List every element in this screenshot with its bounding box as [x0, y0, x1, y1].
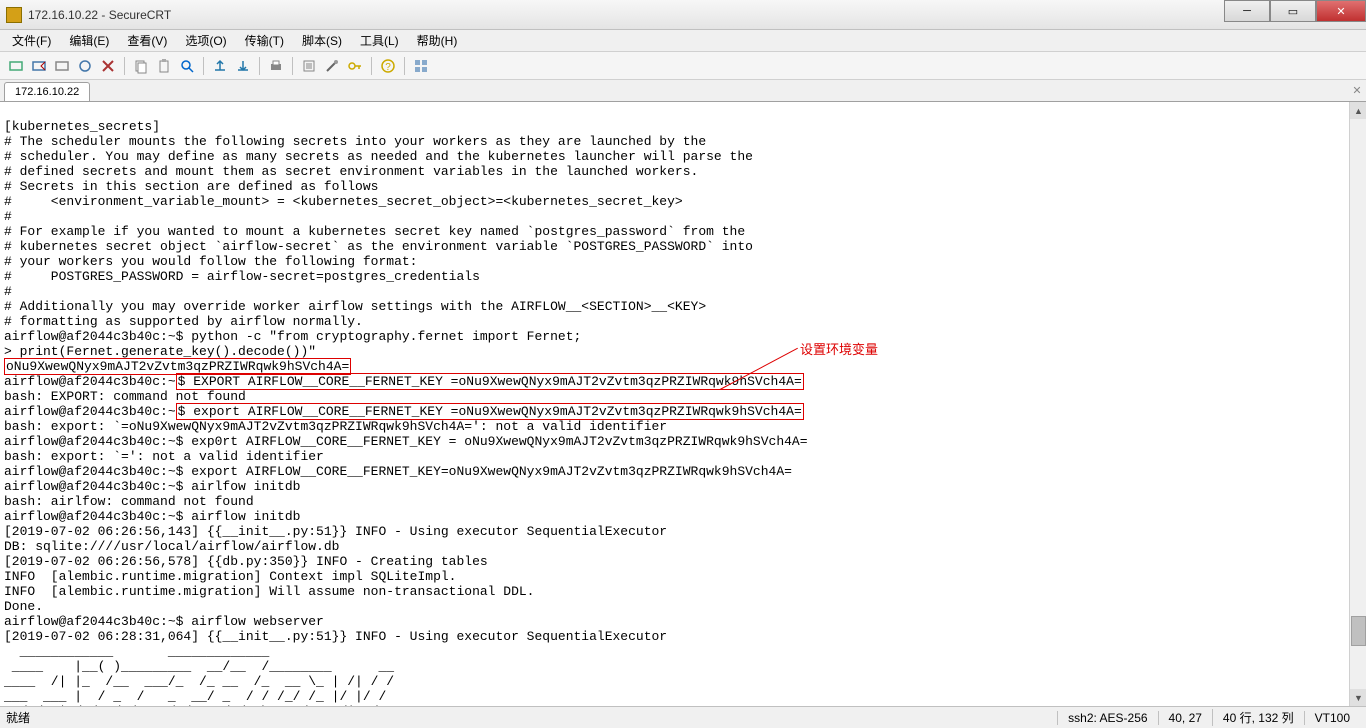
status-ready: 就绪	[6, 709, 1057, 726]
window-title: 172.16.10.22 - SecureCRT	[28, 8, 1224, 22]
line: airflow@af2044c3b40c:~$ airflow initdb	[4, 509, 300, 524]
line: airflow@af2044c3b40c:~$ export AIRFLOW__…	[4, 403, 804, 420]
properties-icon[interactable]	[299, 56, 319, 76]
line: # scheduler. You may define as many secr…	[4, 149, 753, 164]
scroll-thumb[interactable]	[1351, 616, 1366, 646]
disconnect-icon[interactable]	[98, 56, 118, 76]
line: [2019-07-02 06:26:56,578] {{db.py:350}} …	[4, 554, 488, 569]
line: airflow@af2044c3b40c:~$ exp0rt AIRFLOW__…	[4, 434, 808, 449]
separator	[292, 57, 293, 75]
menu-tools[interactable]: 工具(L)	[352, 30, 407, 51]
line: _/_/ |_/_/ /_/ /_/ /_/ \____/____/|__/	[4, 704, 378, 706]
line: # <environment_variable_mount> = <kubern…	[4, 194, 683, 209]
menu-script[interactable]: 脚本(S)	[294, 30, 350, 51]
line: [kubernetes_secrets]	[4, 119, 160, 134]
scroll-down-icon[interactable]: ▼	[1350, 689, 1366, 706]
menu-help[interactable]: 帮助(H)	[409, 30, 466, 51]
line: [2019-07-02 06:26:56,143] {{__init__.py:…	[4, 524, 667, 539]
status-encryption: ssh2: AES-256	[1057, 711, 1157, 725]
transfer-recv-icon[interactable]	[233, 56, 253, 76]
session-tab[interactable]: 172.16.10.22	[4, 82, 90, 101]
help-icon[interactable]: ?	[378, 56, 398, 76]
app-icon	[6, 7, 22, 23]
vertical-scrollbar[interactable]: ▲ ▼	[1349, 102, 1366, 706]
annotation-label: 设置环境变量	[800, 342, 878, 357]
line: bash: export: `=': not a valid identifie…	[4, 449, 324, 464]
quick-connect-icon[interactable]	[29, 56, 49, 76]
separator	[404, 57, 405, 75]
line: # defined secrets and mount them as secr…	[4, 164, 698, 179]
connect-sftp-icon[interactable]	[52, 56, 72, 76]
key-icon[interactable]	[345, 56, 365, 76]
line: bash: EXPORT: command not found	[4, 389, 246, 404]
line: # your workers you would follow the foll…	[4, 254, 417, 269]
menu-options[interactable]: 选项(O)	[177, 30, 234, 51]
line: Done.	[4, 599, 43, 614]
line: # kubernetes secret object `airflow-secr…	[4, 239, 753, 254]
line: > print(Fernet.generate_key().decode())"	[4, 344, 316, 359]
line: ___ ___ | / _ / _ __/ _ / / /_/ /_ |/ |/…	[4, 689, 386, 704]
reconnect-icon[interactable]	[75, 56, 95, 76]
line: [2019-07-02 06:28:31,064] {{__init__.py:…	[4, 629, 667, 644]
line: # POSTGRES_PASSWORD = airflow-secret=pos…	[4, 269, 480, 284]
line: # Secrets in this section are defined as…	[4, 179, 378, 194]
scroll-up-icon[interactable]: ▲	[1350, 102, 1366, 119]
line: #	[4, 284, 12, 299]
minimize-button[interactable]: ─	[1224, 0, 1270, 22]
find-icon[interactable]	[177, 56, 197, 76]
separator	[259, 57, 260, 75]
menu-file[interactable]: 文件(F)	[4, 30, 59, 51]
tabbar: 172.16.10.22	[0, 80, 1366, 102]
line: DB: sqlite:////usr/local/airflow/airflow…	[4, 539, 339, 554]
copy-icon[interactable]	[131, 56, 151, 76]
menubar: 文件(F) 编辑(E) 查看(V) 选项(O) 传输(T) 脚本(S) 工具(L…	[0, 30, 1366, 52]
line: #	[4, 209, 12, 224]
highlighted-cmd: $ export AIRFLOW__CORE__FERNET_KEY =oNu9…	[176, 403, 804, 420]
separator	[124, 57, 125, 75]
line: ____ /| |_ /__ ___/_ /_ __ /_ __ \_ | /|…	[4, 674, 394, 689]
line: # Additionally you may override worker a…	[4, 299, 706, 314]
line: bash: airlfow: command not found	[4, 494, 254, 509]
line: airflow@af2044c3b40c:~$ airflow webserve…	[4, 614, 324, 629]
maximize-button[interactable]: ▭	[1270, 0, 1316, 22]
line: # For example if you wanted to mount a k…	[4, 224, 745, 239]
paste-icon[interactable]	[154, 56, 174, 76]
connect-icon[interactable]	[6, 56, 26, 76]
menu-edit[interactable]: 编辑(E)	[61, 30, 117, 51]
line: # The scheduler mounts the following sec…	[4, 134, 706, 149]
transfer-send-icon[interactable]	[210, 56, 230, 76]
line: bash: export: `=oNu9XwewQNyx9mAJT2vZvtm3…	[4, 419, 667, 434]
menu-transfer[interactable]: 传输(T)	[237, 30, 292, 51]
separator	[203, 57, 204, 75]
line: # formatting as supported by airflow nor…	[4, 314, 363, 329]
svg-text:?: ?	[385, 62, 391, 73]
highlighted-cmd: $ EXPORT AIRFLOW__CORE__FERNET_KEY =oNu9…	[176, 373, 804, 390]
window-controls: ─ ▭ ✕	[1224, 0, 1366, 29]
print-icon[interactable]	[266, 56, 286, 76]
line: airflow@af2044c3b40c:~$ airlfow initdb	[4, 479, 300, 494]
line: INFO [alembic.runtime.migration] Will as…	[4, 584, 535, 599]
close-button[interactable]: ✕	[1316, 0, 1366, 22]
status-terminal-type: VT100	[1304, 711, 1360, 725]
line: ____ |__( )_________ __/__ /________ __	[4, 659, 394, 674]
separator	[371, 57, 372, 75]
tile-icon[interactable]	[411, 56, 431, 76]
titlebar: 172.16.10.22 - SecureCRT ─ ▭ ✕	[0, 0, 1366, 30]
line: ____________ _____________	[4, 644, 269, 659]
line: INFO [alembic.runtime.migration] Context…	[4, 569, 456, 584]
line: airflow@af2044c3b40c:~$ EXPORT AIRFLOW__…	[4, 373, 804, 390]
line: airflow@af2044c3b40c:~$ export AIRFLOW__…	[4, 464, 792, 479]
settings-icon[interactable]	[322, 56, 342, 76]
line: airflow@af2044c3b40c:~$ python -c "from …	[4, 329, 581, 344]
menu-view[interactable]: 查看(V)	[119, 30, 175, 51]
statusbar: 就绪 ssh2: AES-256 40, 27 40 行, 132 列 VT10…	[0, 706, 1366, 728]
tab-close-icon[interactable]: ✕	[1350, 84, 1364, 98]
toolbar: ?	[0, 52, 1366, 80]
terminal-output[interactable]: [kubernetes_secrets] # The scheduler mou…	[0, 102, 1366, 706]
status-cursor-pos: 40, 27	[1158, 711, 1212, 725]
status-size: 40 行, 132 列	[1212, 709, 1304, 726]
